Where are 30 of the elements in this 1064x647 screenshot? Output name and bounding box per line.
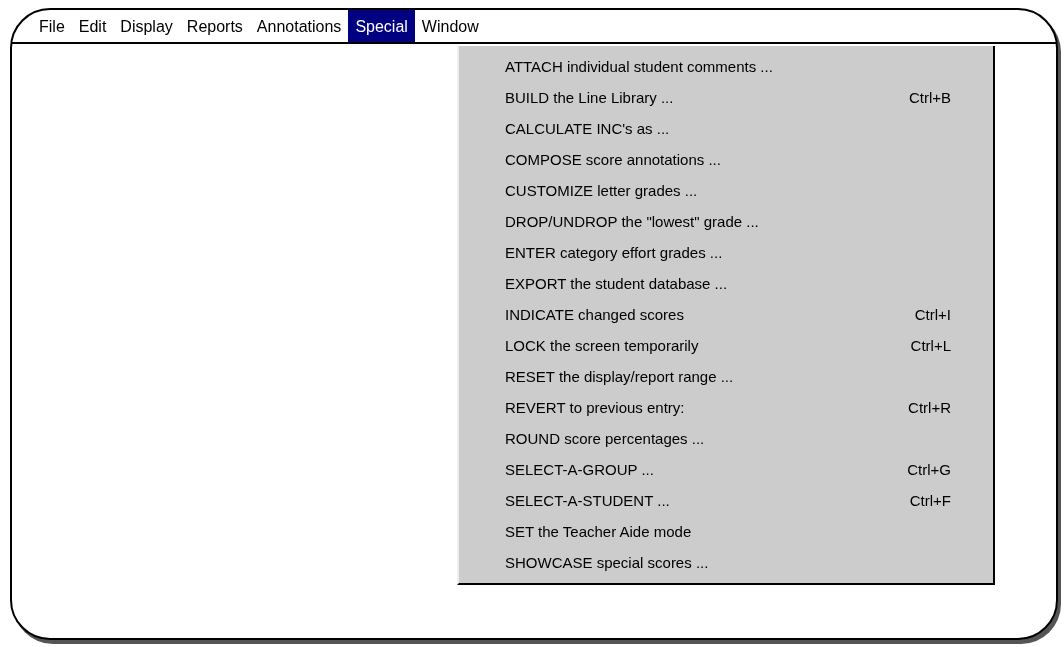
menu-option[interactable]: CALCULATE INC's as ... — [505, 118, 951, 141]
menu-option[interactable]: REVERT to previous entry: — [505, 397, 909, 420]
menu-option[interactable]: SELECT-A-GROUP ... — [505, 459, 908, 482]
shortcut-label: Ctrl+R — [908, 398, 951, 419]
menu-item[interactable]: File — [32, 10, 72, 42]
menu-option[interactable]: COMPOSE score annotations ... — [505, 149, 951, 172]
menu-option[interactable]: BUILD the Line Library ... — [505, 87, 909, 110]
menu-item[interactable]: Annotations — [249, 10, 349, 42]
shortcut-label: Ctrl+F — [909, 491, 951, 512]
menu-option[interactable]: ENTER category effort grades ... — [505, 242, 951, 265]
menu-option[interactable]: ATTACH individual student comments ... — [505, 56, 951, 79]
menu-option[interactable]: EXPORT the student database ... — [505, 273, 951, 296]
menu-item[interactable]: Special — [348, 10, 415, 42]
shortcut-label: Ctrl+G — [907, 460, 951, 481]
menu-option[interactable]: CUSTOMIZE letter grades ... — [505, 180, 951, 203]
menu-option[interactable]: SET the Teacher Aide mode — [505, 521, 951, 544]
menu-option[interactable]: ROUND score percentages ... — [505, 428, 951, 451]
menu-option[interactable]: RESET the display/report range ... — [505, 366, 951, 389]
menu-option[interactable]: DROP/UNDROP the "lowest" grade ... — [505, 211, 951, 234]
menu-option[interactable]: INDICATE changed scores — [505, 304, 915, 327]
shortcut-label: Ctrl+B — [908, 88, 951, 109]
menu-option[interactable]: LOCK the screen temporarily — [505, 335, 911, 358]
menu-option[interactable]: SELECT-A-STUDENT ... — [505, 490, 910, 513]
menu-option[interactable]: SHOWCASE special scores ... — [505, 552, 951, 575]
menu-item[interactable]: Edit — [71, 10, 114, 42]
shortcut-label: Ctrl+L — [910, 336, 951, 357]
menu-item[interactable]: Reports — [179, 10, 250, 42]
shortcut-label: Ctrl+I — [914, 305, 951, 326]
menu-item[interactable]: Display — [113, 10, 180, 42]
menu-item[interactable]: Window — [414, 10, 486, 42]
